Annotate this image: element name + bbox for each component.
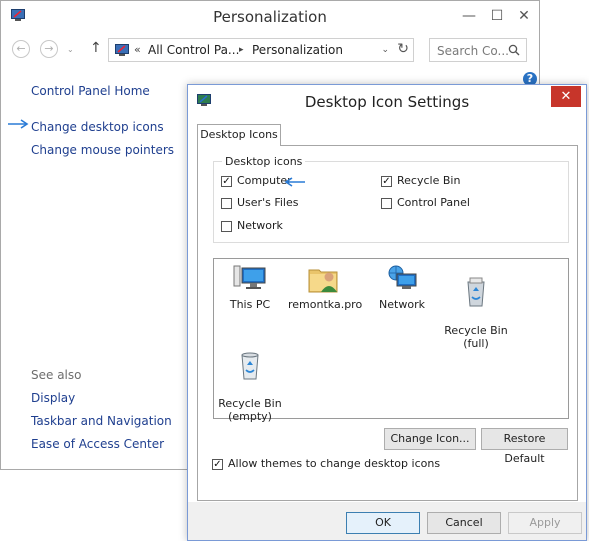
search-icon[interactable] <box>508 44 520 56</box>
recycle-bin-full-icon <box>467 277 485 307</box>
network-icon <box>388 265 417 289</box>
cancel-button[interactable]: Cancel <box>427 512 501 534</box>
allow-themes-label: Allow themes to change desktop icons <box>228 457 441 470</box>
checkbox-checked-icon[interactable]: ✓ <box>221 176 232 187</box>
display-link[interactable]: Display <box>31 391 75 405</box>
refresh-button[interactable]: ↻ <box>397 41 409 57</box>
breadcrumb-personalization[interactable]: Personalization <box>252 43 343 57</box>
maximize-button[interactable]: ☐ <box>486 7 508 25</box>
close-window-button[interactable]: ✕ <box>513 7 535 25</box>
recycle-bin-full-label: Recycle Bin (full) <box>444 324 508 350</box>
control-panel-icon <box>115 44 129 56</box>
see-also-heading: See also <box>31 368 82 382</box>
recycle-bin-empty-label: Recycle Bin (empty) <box>218 397 282 423</box>
desktop-icon-list[interactable]: This PC remontka.pro Network Recycle Bin… <box>213 258 569 423</box>
checkbox-unchecked-icon[interactable] <box>381 198 392 209</box>
checkbox-checked-icon[interactable]: ✓ <box>212 459 223 470</box>
apply-button[interactable]: Apply <box>508 512 582 534</box>
list-item-recycle-bin-full[interactable]: Recycle Bin (full) <box>440 264 512 350</box>
up-button[interactable]: ↑ <box>90 40 102 56</box>
breadcrumb-separator-icon: ▸ <box>239 45 244 55</box>
tab-desktop-icons[interactable]: Desktop Icons <box>197 124 281 146</box>
user-files-label: remontka.pro <box>288 298 363 311</box>
forward-button[interactable]: → <box>40 40 58 58</box>
desktop-icons-group-label: Desktop icons <box>222 155 306 168</box>
address-dropdown-icon[interactable]: ⌄ <box>381 45 389 55</box>
ease-of-access-center-link[interactable]: Ease of Access Center <box>31 437 164 451</box>
list-item-network[interactable]: Network <box>366 264 438 311</box>
pointer-arrow-icon <box>8 119 29 129</box>
title-bar: Personalization — ☐ ✕ <box>1 1 539 33</box>
list-item-this-pc[interactable]: This PC <box>214 264 286 311</box>
dialog-title: Desktop Icon Settings <box>304 93 470 111</box>
control-panel-checkbox-label: Control Panel <box>397 196 470 209</box>
checkbox-unchecked-icon[interactable] <box>221 198 232 209</box>
network-checkbox-label: Network <box>237 219 283 232</box>
users-files-checkbox-label: User's Files <box>237 196 299 209</box>
ok-button[interactable]: OK <box>346 512 420 534</box>
search-box[interactable]: Search Co... <box>429 38 527 62</box>
change-mouse-pointers-link[interactable]: Change mouse pointers <box>31 143 174 157</box>
back-button[interactable]: ← <box>12 40 30 58</box>
list-item-recycle-bin-empty[interactable]: Recycle Bin (empty) <box>214 337 286 423</box>
checkbox-checked-icon[interactable]: ✓ <box>381 176 392 187</box>
minimize-button[interactable]: — <box>458 7 480 25</box>
pointer-arrow-icon <box>284 177 305 187</box>
control-panel-home-link[interactable]: Control Panel Home <box>31 84 150 98</box>
address-bar[interactable]: « All Control Pa... ▸ Personalization ⌄ … <box>108 38 414 62</box>
desktop-icon-settings-dialog: Desktop Icon Settings ✕ Desktop Icons De… <box>187 84 587 541</box>
network-label: Network <box>379 298 425 311</box>
restore-default-button[interactable]: Restore Default <box>481 428 568 465</box>
taskbar-and-navigation-link[interactable]: Taskbar and Navigation <box>31 414 172 428</box>
breadcrumb-overflow[interactable]: « <box>134 43 141 56</box>
recent-locations-dropdown[interactable]: ⌄ <box>67 45 74 54</box>
change-desktop-icons-link[interactable]: Change desktop icons <box>31 120 164 134</box>
dialog-close-button[interactable]: ✕ <box>551 86 581 107</box>
checkbox-unchecked-icon[interactable] <box>221 221 232 232</box>
this-pc-label: This PC <box>229 298 271 311</box>
navigation-bar: ← → ⌄ ↑ « All Control Pa... ▸ Personaliz… <box>1 35 539 65</box>
dialog-title-bar: Desktop Icon Settings ✕ <box>188 85 586 117</box>
recycle-bin-empty-icon <box>241 352 259 380</box>
search-placeholder: Search Co... <box>437 44 509 58</box>
list-item-user-files[interactable]: remontka.pro <box>288 264 363 311</box>
user-folder-icon <box>308 269 338 293</box>
this-pc-icon <box>233 265 266 289</box>
recycle-bin-checkbox-label: Recycle Bin <box>397 174 461 187</box>
change-icon-button[interactable]: Change Icon... <box>384 428 476 450</box>
breadcrumb-all-control-panel[interactable]: All Control Pa... <box>148 43 239 57</box>
